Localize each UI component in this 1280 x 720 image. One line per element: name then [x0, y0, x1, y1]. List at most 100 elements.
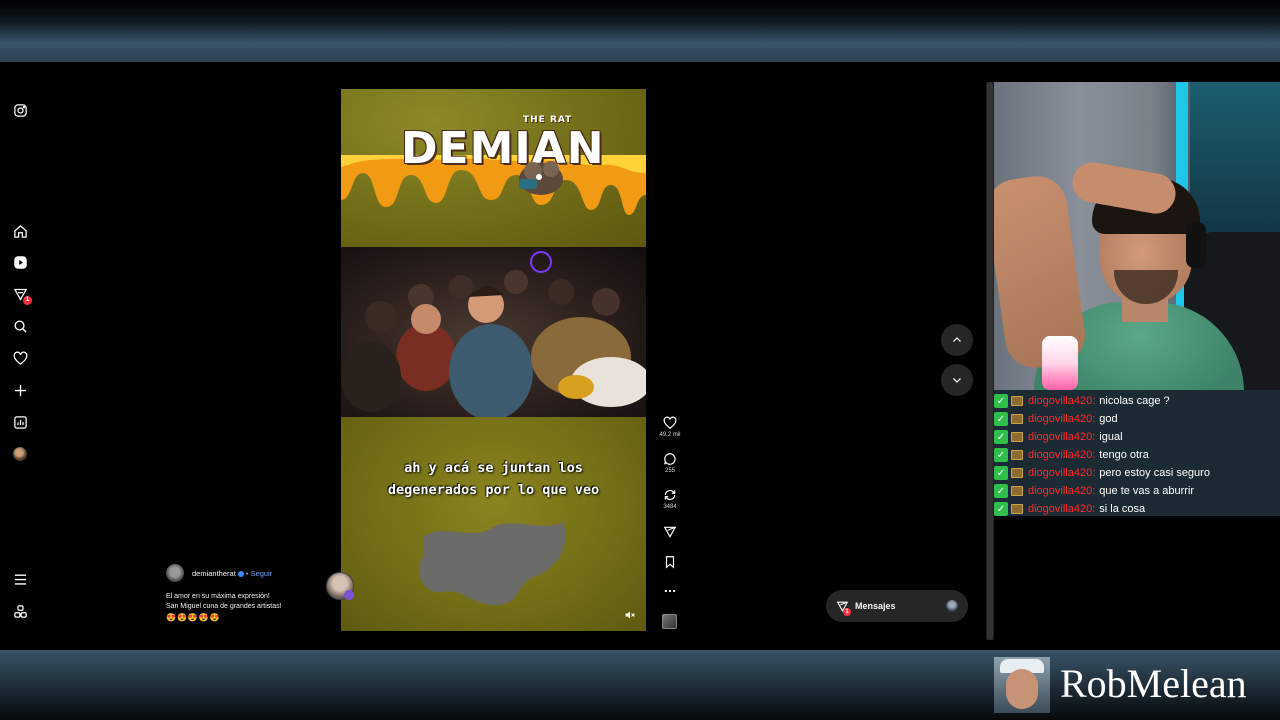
chat-text: nicolas cage ? — [1099, 395, 1170, 407]
checkmark-badge-icon: ✓ — [994, 394, 1008, 408]
reels-icon[interactable] — [12, 254, 28, 270]
reel-video[interactable]: THE RAT DEMIAN ah y acá se juntan los de… — [341, 89, 646, 631]
menu-icon[interactable] — [12, 571, 28, 587]
subscriber-badge-icon — [1010, 484, 1024, 498]
chat-text: igual — [1099, 431, 1123, 443]
audio-thumbnail[interactable] — [662, 614, 677, 629]
previous-reel-button[interactable] — [941, 324, 973, 356]
messages-avatar — [946, 600, 958, 612]
share-button[interactable] — [656, 525, 684, 539]
repost-count: 3484 — [663, 504, 677, 510]
chat-text: que te vas a aburrir — [1099, 485, 1195, 497]
messages-badge: 1 — [843, 608, 851, 616]
chat-message: ✓ diogovilla420: tengo otra — [994, 446, 1280, 464]
chat-text: pero estoy casi seguro — [1099, 467, 1210, 479]
checkmark-badge-icon: ✓ — [994, 430, 1008, 444]
profile-avatar[interactable] — [12, 446, 28, 462]
chat-message: ✓ diogovilla420: god — [994, 410, 1280, 428]
author-avatar[interactable] — [166, 564, 184, 582]
threads-icon[interactable] — [12, 603, 28, 619]
description-line-2: San Miguel cuna de grandes artistas! — [166, 603, 282, 610]
checkmark-badge-icon: ✓ — [994, 484, 1008, 498]
chevron-up-icon — [953, 337, 961, 342]
streamer-name: RobMelean — [1060, 661, 1247, 706]
messages-button[interactable]: 1 Mensajes — [826, 590, 968, 622]
stream-chat: ✓ diogovilla420: nicolas cage ? ✓ diogovilla… — [994, 390, 1280, 516]
rat-mascot-graphic — [519, 161, 563, 195]
chat-text: si la cosa — [1099, 503, 1146, 515]
mute-icon[interactable] — [624, 609, 636, 621]
bookmark-icon — [665, 556, 675, 569]
stats-icon[interactable] — [12, 414, 28, 430]
subscriber-badge-icon — [1010, 394, 1024, 408]
subscriber-badge-icon — [1010, 430, 1024, 444]
chat-username[interactable]: diogovilla420: — [1028, 485, 1095, 497]
checkmark-badge-icon: ✓ — [994, 412, 1008, 426]
checkmark-badge-icon: ✓ — [994, 448, 1008, 462]
chevron-down-icon — [953, 378, 961, 383]
webcam-feed — [994, 82, 1280, 390]
reel-wall-background: ah y acá se juntan los degenerados por l… — [341, 417, 646, 631]
save-button[interactable] — [656, 555, 684, 569]
plus-icon[interactable] — [12, 382, 28, 398]
chat-username[interactable]: diogovilla420: — [1028, 395, 1095, 407]
home-icon[interactable] — [12, 223, 28, 239]
chat-username[interactable]: diogovilla420: — [1028, 449, 1095, 461]
notification-badge: 1 — [23, 296, 32, 305]
chat-message: ✓ diogovilla420: igual — [994, 428, 1280, 446]
reel-logo: DEMIAN — [401, 123, 605, 174]
description-emojis: 😍😍😍😍😍 — [166, 613, 221, 622]
checkmark-badge-icon: ✓ — [994, 502, 1008, 516]
subscriber-badge-icon — [1010, 412, 1024, 426]
comment-count: 255 — [664, 468, 675, 474]
chat-username[interactable]: diogovilla420: — [1028, 467, 1095, 479]
reel-header-graphic: THE RAT DEMIAN — [341, 89, 646, 247]
heart-icon — [663, 416, 677, 430]
page-scrollbar[interactable] — [986, 82, 994, 640]
subscriber-badge-icon — [1010, 448, 1024, 462]
next-reel-button[interactable] — [941, 364, 973, 396]
streamer-hand — [1069, 159, 1179, 217]
comment-button[interactable]: 255 — [656, 452, 684, 474]
instagram-window: 1 THE RAT DEMIAN ah y acá se juntan los … — [0, 82, 994, 650]
chat-username[interactable]: diogovilla420: — [1028, 431, 1095, 443]
heart-icon[interactable] — [12, 350, 28, 366]
like-count: 49,2 mil — [659, 432, 681, 438]
reel-description: El amor en su máxima expresión! San Migu… — [166, 592, 346, 612]
subscriber-badge-icon — [1010, 502, 1024, 516]
author-line: demiantherat • Seguir — [192, 569, 272, 578]
instagram-icon[interactable] — [12, 102, 28, 118]
pink-lamp — [1042, 336, 1078, 390]
collaborator-avatar[interactable] — [326, 572, 354, 600]
reel-caption: ah y acá se juntan los degenerados por l… — [387, 460, 600, 498]
description-line-1: El amor en su máxima expresión! — [166, 593, 270, 600]
chat-text: tengo otra — [1099, 449, 1149, 461]
chat-message: ✓ diogovilla420: nicolas cage ? — [994, 392, 1280, 410]
checkmark-badge-icon: ✓ — [994, 466, 1008, 480]
verified-icon — [237, 571, 244, 578]
author-username[interactable]: demiantherat — [192, 569, 236, 578]
headset — [1186, 222, 1206, 268]
chat-username[interactable]: diogovilla420: — [1028, 413, 1095, 425]
like-button[interactable]: 49,2 mil — [656, 416, 684, 438]
chat-message: ✓ diogovilla420: si la cosa — [994, 500, 1280, 518]
sidebar-nav: 1 — [0, 82, 40, 650]
top-background-band — [0, 0, 1280, 62]
comment-icon — [664, 453, 676, 465]
search-icon[interactable] — [12, 318, 28, 334]
chat-username[interactable]: diogovilla420: — [1028, 503, 1095, 515]
more-options-button[interactable] — [656, 584, 684, 598]
repost-icon — [664, 489, 676, 501]
chat-message: ✓ diogovilla420: que te vas a aburrir — [994, 482, 1280, 500]
reel-crowd-photo — [341, 247, 646, 417]
streamer-avatar — [994, 657, 1050, 713]
follow-link[interactable]: • Seguir — [246, 569, 272, 578]
explore-icon[interactable]: 1 — [12, 286, 32, 305]
chat-message: ✓ diogovilla420: pero estoy casi seguro — [994, 464, 1280, 482]
share-icon — [663, 526, 677, 538]
repost-button[interactable]: 3484 — [656, 488, 684, 510]
more-icon — [664, 589, 676, 593]
wall-stain-graphic — [419, 522, 566, 606]
messages-label: Mensajes — [855, 601, 896, 611]
stream-layout: 1 THE RAT DEMIAN ah y acá se juntan los … — [0, 0, 1280, 720]
